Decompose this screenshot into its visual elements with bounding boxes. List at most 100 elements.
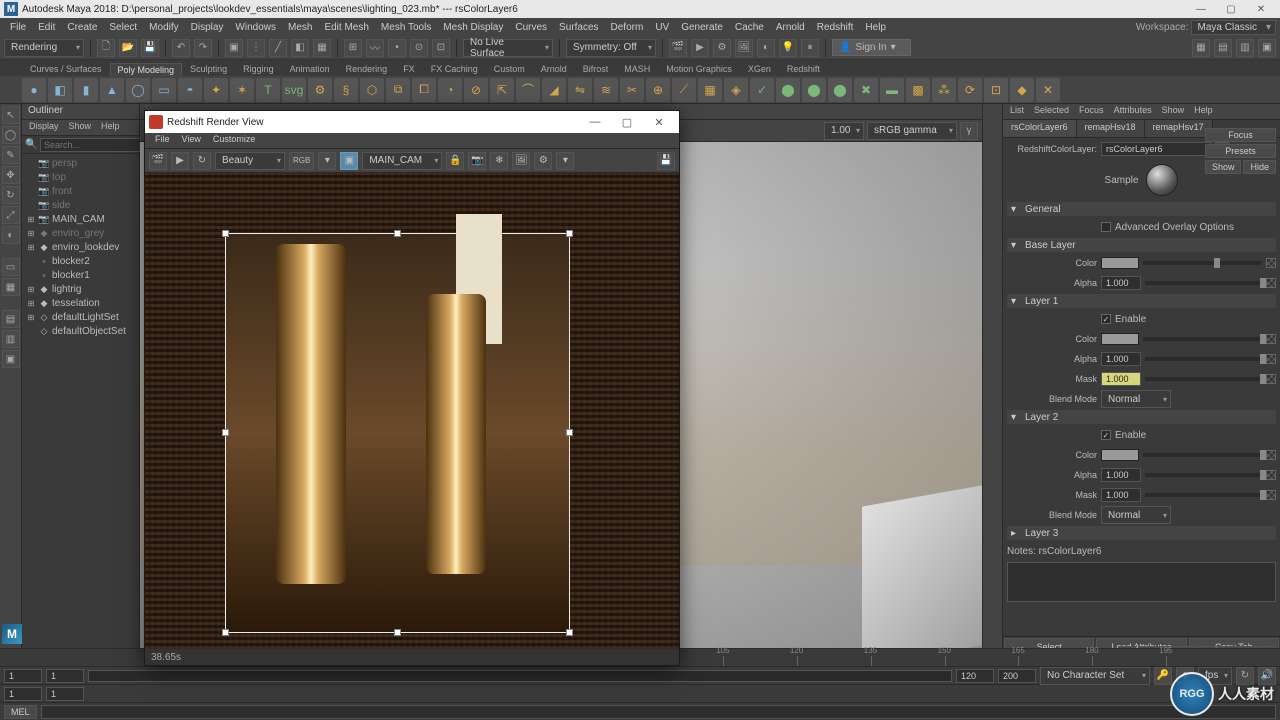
attr-menu-focus[interactable]: Focus — [1074, 104, 1109, 119]
rs-camera-combo[interactable]: MAIN_CAM — [362, 152, 442, 170]
map-button-icon[interactable] — [1266, 490, 1276, 500]
viewport-colorspace-combo[interactable]: sRGB gamma — [867, 122, 957, 140]
time-end-field[interactable]: 200 — [998, 669, 1036, 683]
layer1-color-swatch[interactable] — [1101, 333, 1139, 345]
smooth-icon[interactable]: ◔ — [438, 78, 462, 102]
snap-center-icon[interactable]: ⊙ — [410, 39, 428, 57]
layer1-enable-check[interactable]: ✓ — [1101, 314, 1111, 324]
menu-edit[interactable]: Edit — [32, 20, 61, 35]
shelf-tab[interactable]: Arnold — [533, 62, 575, 76]
base-color-slider[interactable] — [1143, 261, 1262, 265]
rs-menu-view[interactable]: View — [176, 133, 207, 148]
rs-maximize-button[interactable]: ▢ — [611, 112, 643, 132]
edgeflow-icon[interactable]: ≋ — [594, 78, 618, 102]
menu-meshdisplay[interactable]: Mesh Display — [437, 20, 509, 35]
rs-aov-combo[interactable]: Beauty — [215, 152, 285, 170]
layout-1-icon[interactable]: ▦ — [1192, 39, 1210, 57]
menu-windows[interactable]: Windows — [229, 20, 282, 35]
material-swatch[interactable] — [1146, 164, 1178, 196]
layer1-alpha-field[interactable]: 1.000 — [1101, 352, 1141, 366]
shelf-tab[interactable]: Rigging — [235, 62, 282, 76]
layout-2-icon[interactable]: ▤ — [1214, 39, 1232, 57]
rs-ipr-icon[interactable]: ▶ — [171, 152, 189, 170]
render-frame-icon[interactable]: 🎬 — [669, 39, 687, 57]
outliner-item[interactable]: ▫blocker1 — [22, 268, 139, 282]
time-in-field[interactable]: 1 — [46, 669, 84, 683]
connect-icon[interactable]: ⟋ — [672, 78, 696, 102]
select-vert-icon[interactable]: ⋮ — [247, 39, 265, 57]
outliner-item[interactable]: ⊞◆enviro_lookdev — [22, 240, 139, 254]
outliner-item[interactable]: ⊞◆tesselation — [22, 296, 139, 310]
bevel-icon[interactable]: ◢ — [542, 78, 566, 102]
attr-menu-attributes[interactable]: Attributes — [1109, 104, 1157, 119]
menu-editmesh[interactable]: Edit Mesh — [318, 20, 374, 35]
attr-tab[interactable]: remapHsv18 — [1077, 120, 1145, 137]
map-button-icon[interactable] — [1266, 354, 1276, 364]
poly-cone-icon[interactable]: ▲ — [100, 78, 124, 102]
menu-select[interactable]: Select — [103, 20, 143, 35]
map-button-icon[interactable] — [1266, 470, 1276, 480]
rs-menu-file[interactable]: File — [149, 133, 176, 148]
rs-region-icon[interactable]: ▣ — [340, 152, 358, 170]
select-edge-icon[interactable]: ╱ — [269, 39, 287, 57]
shelf-tab[interactable]: FX — [395, 62, 423, 76]
menuset-combo[interactable]: Rendering — [4, 39, 84, 57]
sidebar-tabs[interactable] — [982, 104, 1002, 656]
base-color-swatch[interactable] — [1101, 257, 1139, 269]
range-in-field[interactable]: 1 — [46, 687, 84, 701]
menu-meshtools[interactable]: Mesh Tools — [375, 20, 437, 35]
render-view-icon[interactable]: 🖼 — [735, 39, 753, 57]
mirror-icon[interactable]: ⇋ — [568, 78, 592, 102]
render-settings-icon[interactable]: ⚙ — [713, 39, 731, 57]
minimize-button[interactable]: — — [1186, 0, 1216, 18]
outliner-item[interactable]: 📷front — [22, 184, 139, 198]
advanced-overlay-check[interactable] — [1101, 222, 1111, 232]
outliner-tree[interactable]: 📷persp📷top📷front📷side⊞📷MAIN_CAM⊞◆enviro_… — [22, 154, 139, 656]
poly-platonic-icon[interactable]: ✦ — [204, 78, 228, 102]
outliner-item[interactable]: 📷persp — [22, 156, 139, 170]
presets-button[interactable]: Presets — [1205, 144, 1276, 158]
poly-superellipse-icon[interactable]: ✶ — [230, 78, 254, 102]
base-alpha-field[interactable]: 1.000 — [1101, 276, 1141, 290]
shelf-tab-active[interactable]: Poly Modeling — [110, 63, 183, 76]
section-layer2[interactable]: ▾Layer 2 — [1007, 410, 1276, 424]
attr-menu-show[interactable]: Show — [1157, 104, 1190, 119]
shelf-tab[interactable]: Curves / Surfaces — [22, 62, 110, 76]
shelf-tab[interactable]: MASH — [616, 62, 658, 76]
notes-field[interactable] — [1007, 562, 1276, 602]
multicut-icon[interactable]: ✂ — [620, 78, 644, 102]
layout-persp-icon[interactable]: ▥ — [2, 330, 20, 348]
shelf-tab[interactable]: Sculpting — [182, 62, 235, 76]
outliner-item[interactable]: ⊞◇defaultLightSet — [22, 310, 139, 324]
section-layer1[interactable]: ▾Layer 1 — [1007, 294, 1276, 308]
section-base-layer[interactable]: ▾Base Layer — [1007, 238, 1276, 252]
rs-camera-icon[interactable]: 📷 — [468, 152, 486, 170]
menu-cache[interactable]: Cache — [729, 20, 770, 35]
live-surface-combo[interactable]: No Live Surface — [463, 39, 553, 57]
map-button-icon[interactable] — [1266, 374, 1276, 384]
outliner-menu-help[interactable]: Help — [96, 120, 125, 135]
open-scene-icon[interactable]: 📂 — [119, 39, 137, 57]
menu-surfaces[interactable]: Surfaces — [553, 20, 604, 35]
rs-refresh-icon[interactable]: ↻ — [193, 152, 211, 170]
outliner-menu-display[interactable]: Display — [24, 120, 64, 135]
layer2-mask-field[interactable]: 1.000 — [1101, 488, 1141, 502]
select-tool-icon[interactable]: ↖ — [2, 106, 20, 124]
move-tool-icon[interactable]: ✥ — [2, 166, 20, 184]
map-button-icon[interactable] — [1266, 258, 1276, 268]
outliner-item[interactable]: 📷side — [22, 198, 139, 212]
attr-tab[interactable]: remapHsv17 — [1145, 120, 1213, 137]
poly-svg-icon[interactable]: svg — [282, 78, 306, 102]
layout-four-icon[interactable]: ▦ — [2, 278, 20, 296]
lasso-tool-icon[interactable]: ◯ — [2, 126, 20, 144]
focus-button[interactable]: Focus — [1205, 138, 1276, 142]
signin-button[interactable]: Sign In ▾ — [832, 39, 911, 56]
sculpt-scrape-icon[interactable]: ✕ — [1036, 78, 1060, 102]
base-alpha-slider[interactable] — [1145, 281, 1262, 285]
select-face-icon[interactable]: ◧ — [291, 39, 309, 57]
bridge-icon[interactable]: ⌒ — [516, 78, 540, 102]
rs-region-marquee[interactable] — [225, 233, 570, 633]
sculpt-spray-icon[interactable]: ⁂ — [932, 78, 956, 102]
show-button[interactable]: Show — [1205, 160, 1242, 174]
shelf-tab[interactable]: Bifrost — [575, 62, 617, 76]
